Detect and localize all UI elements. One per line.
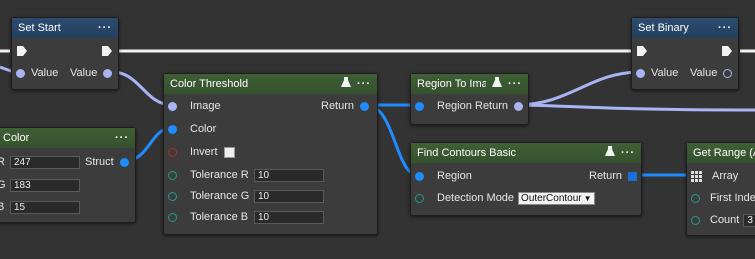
return-label: Return — [589, 170, 623, 182]
tolerance-r-input[interactable] — [254, 168, 324, 182]
tolerance-b-pin[interactable] — [168, 212, 177, 222]
node-title: Find Contours Basic — [417, 147, 517, 159]
node-menu-icon[interactable]: ··· — [98, 22, 112, 34]
value-in-label: Value — [31, 67, 59, 79]
region-label: Region — [437, 100, 472, 112]
return-out-pin[interactable] — [360, 101, 370, 111]
value-out-pin[interactable] — [723, 68, 733, 78]
value-wire — [515, 70, 641, 107]
count-pin[interactable] — [691, 215, 700, 225]
g-input[interactable] — [10, 178, 80, 192]
node-title: Set Start — [18, 22, 61, 34]
node-title: Color Threshold — [170, 78, 249, 90]
detection-mode-value: OuterContour — [521, 192, 582, 204]
tolerance-r-label: Tolerance R — [190, 169, 249, 181]
node-header[interactable]: Region To Image ··· — [411, 74, 528, 94]
region-in-pin[interactable] — [415, 171, 424, 181]
field-label-g: G — [0, 179, 6, 191]
exec-in-pin[interactable] — [16, 45, 28, 57]
color-label: Color — [190, 123, 217, 135]
node-title: Get Range (Array) — [693, 147, 755, 159]
node-header[interactable]: Color Threshold ··· — [164, 74, 377, 94]
return-label: Return — [321, 100, 355, 112]
color-node[interactable]: Color ··· R G B Struct — [0, 127, 136, 223]
region-in-pin[interactable] — [415, 101, 424, 111]
value-out-label: Value — [690, 67, 718, 79]
node-menu-icon[interactable]: ··· — [115, 132, 129, 144]
region-label: Region — [437, 170, 472, 182]
count-input[interactable] — [743, 213, 755, 227]
flask-icon — [605, 146, 615, 160]
exec-out-pin[interactable] — [721, 45, 733, 57]
color-threshold-node[interactable]: Color Threshold ··· Image Return Color I… — [163, 73, 378, 235]
node-header[interactable]: Find Contours Basic ··· — [411, 143, 641, 163]
value-wire — [515, 103, 755, 112]
first-index-label: First Index — [710, 192, 755, 204]
invert-in-pin[interactable] — [168, 147, 177, 157]
get-range-node[interactable]: Get Range (Array) Array First Index Coun… — [686, 142, 755, 236]
value-out-label: Value — [70, 67, 98, 79]
r-input[interactable] — [10, 155, 80, 169]
invert-checkbox[interactable] — [223, 146, 235, 158]
image-in-pin[interactable] — [168, 101, 177, 111]
node-title: Region To Image — [417, 78, 486, 90]
node-menu-icon[interactable]: ··· — [718, 22, 732, 34]
return-label: Return — [475, 100, 509, 112]
node-header[interactable]: Set Start ··· — [12, 18, 118, 38]
array-label: Array — [712, 170, 739, 182]
exec-in-pin[interactable] — [636, 45, 648, 57]
tolerance-b-input[interactable] — [254, 210, 324, 224]
node-menu-icon[interactable]: ··· — [508, 78, 522, 90]
first-index-pin[interactable] — [691, 193, 700, 203]
node-menu-icon[interactable]: ··· — [357, 78, 371, 90]
color-in-pin[interactable] — [168, 124, 177, 134]
region-to-image-node[interactable]: Region To Image ··· Region Return — [410, 73, 529, 125]
field-label-b: B — [0, 201, 5, 213]
field-label-r: R — [0, 156, 5, 168]
tolerance-g-label: Tolerance G — [190, 190, 250, 202]
return-out-pin[interactable] — [514, 101, 524, 111]
flask-icon — [492, 77, 502, 91]
tolerance-g-input[interactable] — [254, 189, 324, 203]
node-menu-icon[interactable]: ··· — [621, 147, 635, 159]
node-title: Color — [3, 132, 30, 144]
tolerance-r-pin[interactable] — [168, 170, 177, 180]
chevron-down-icon: ▼ — [583, 193, 592, 203]
return-out-pin[interactable] — [628, 171, 638, 181]
set-binary-node[interactable]: Set Binary ··· Value Value — [631, 17, 739, 90]
tolerance-b-label: Tolerance B — [190, 211, 249, 223]
invert-label: Invert — [190, 146, 218, 158]
image-label: Image — [190, 100, 221, 112]
value-in-pin[interactable] — [16, 68, 25, 78]
node-header[interactable]: Get Range (Array) — [687, 143, 755, 163]
array-in-pin[interactable] — [691, 170, 702, 182]
exec-out-pin[interactable] — [101, 45, 113, 57]
detection-mode-select[interactable]: OuterContour ▼ — [518, 191, 595, 205]
flask-icon — [341, 77, 351, 91]
detection-mode-label: Detection Mode — [437, 192, 515, 204]
count-label: Count — [710, 214, 740, 226]
value-in-pin[interactable] — [636, 68, 645, 78]
tolerance-g-pin[interactable] — [168, 191, 177, 201]
set-start-node[interactable]: Set Start ··· Value Value — [11, 17, 119, 90]
struct-out-pin[interactable] — [119, 157, 129, 167]
find-contours-node[interactable]: Find Contours Basic ··· Region Return De… — [410, 142, 642, 216]
value-out-pin[interactable] — [103, 68, 113, 78]
value-in-label: Value — [651, 67, 679, 79]
struct-out-label: Struct — [85, 156, 114, 168]
b-input[interactable] — [10, 200, 80, 214]
node-header[interactable]: Set Binary ··· — [632, 18, 738, 38]
node-title: Set Binary — [638, 22, 689, 34]
node-header[interactable]: Color ··· — [0, 128, 135, 148]
detection-mode-pin[interactable] — [415, 193, 424, 203]
